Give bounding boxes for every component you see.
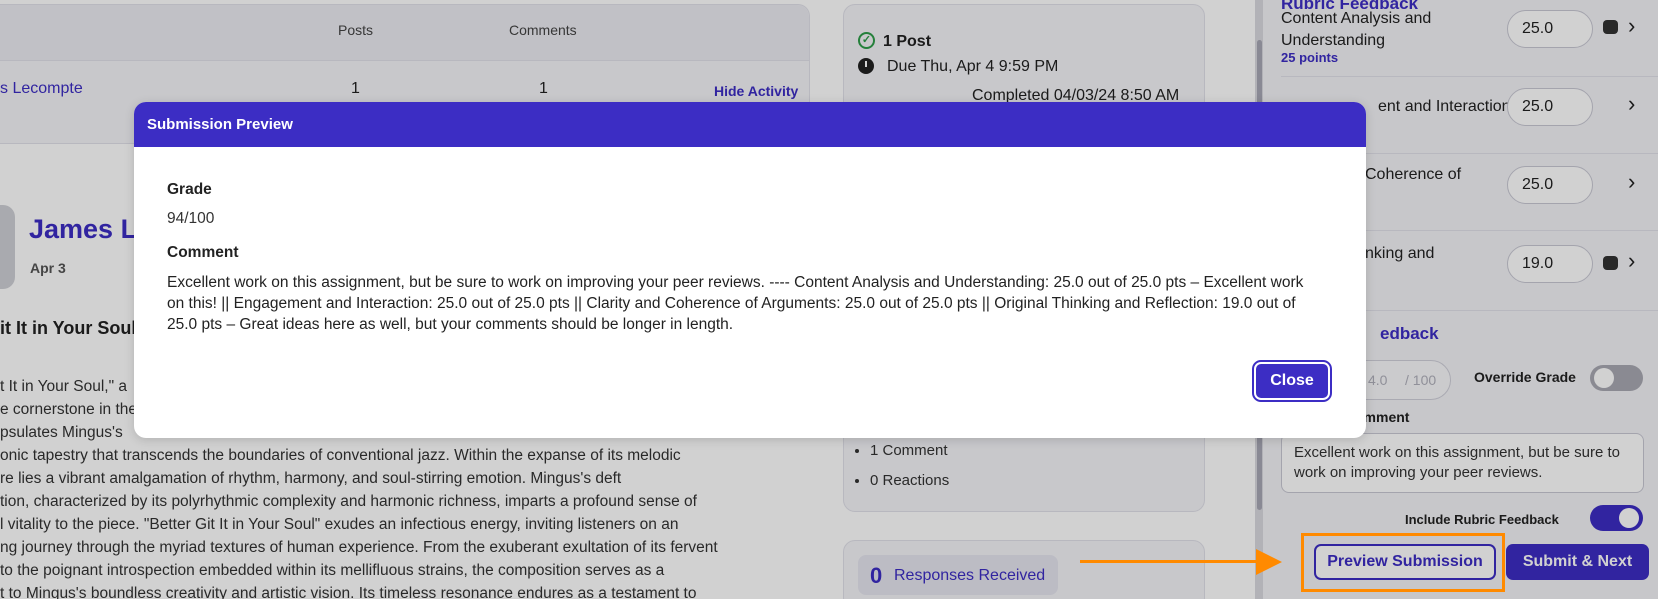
annotation-arrow-line [1080, 560, 1258, 563]
grade-label: Grade [167, 181, 212, 198]
modal-title: Submission Preview [134, 102, 1366, 147]
submission-preview-modal: Submission Preview Grade 94/100 Comment … [134, 102, 1366, 438]
grade-value: 94/100 [167, 210, 215, 227]
comment-label: Comment [167, 244, 239, 261]
close-button[interactable]: Close [1252, 360, 1332, 402]
comment-text: Excellent work on this assignment, but b… [167, 274, 1304, 333]
annotation-highlight-box [1301, 533, 1505, 592]
annotation-arrow-head [1256, 549, 1282, 575]
